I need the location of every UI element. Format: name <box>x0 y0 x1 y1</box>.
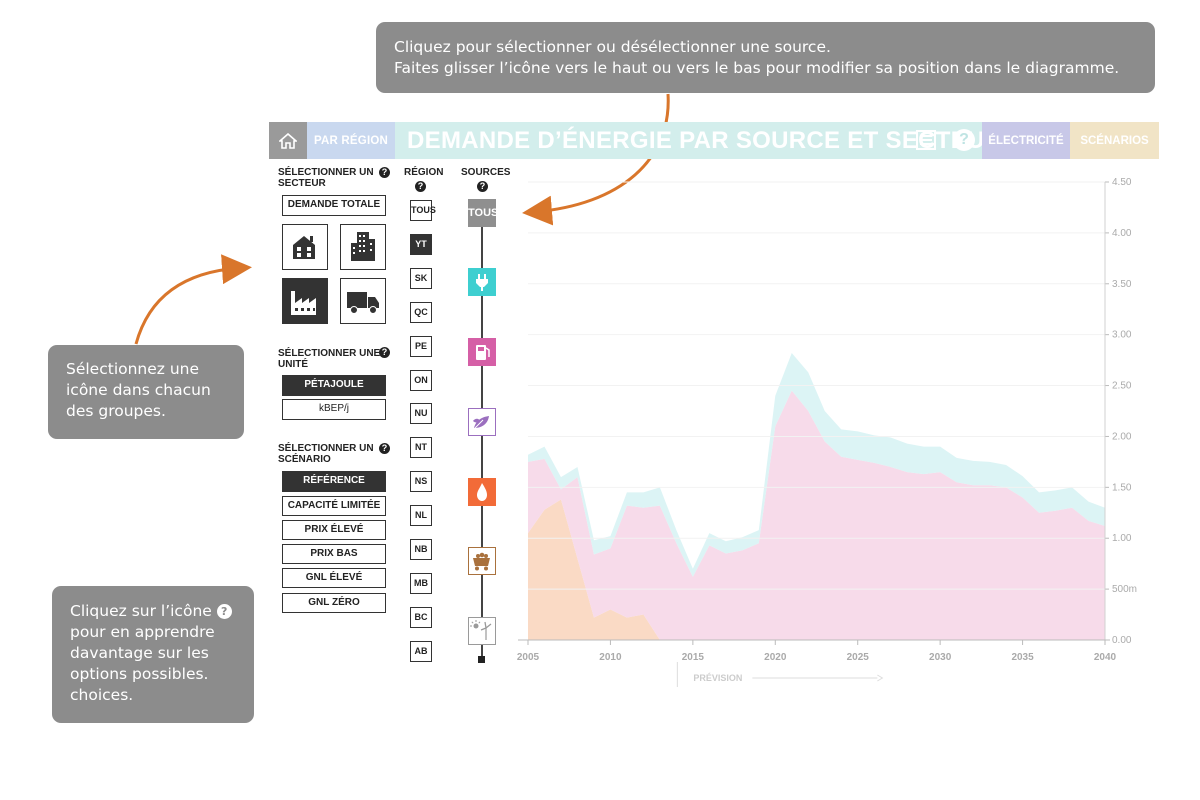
scenario-no-lng-button[interactable]: GNL ZÉRO <box>282 593 386 613</box>
x-tick-label: 2035 <box>1011 652 1034 663</box>
coal-cart-icon[interactable] <box>468 547 496 575</box>
coal-cart-icon-svg <box>473 552 490 571</box>
electricity-plug-icon[interactable] <box>468 268 496 296</box>
x-tick-label: 2040 <box>1094 652 1117 663</box>
transportation-icon[interactable] <box>340 278 386 324</box>
industrial-icon-svg <box>291 291 316 315</box>
home-icon <box>279 132 297 149</box>
help-icon[interactable]: ? <box>953 129 975 151</box>
y-tick-label: 1.00 <box>1112 533 1132 544</box>
region-mb[interactable]: MB <box>410 573 432 594</box>
scenario-help-icon[interactable]: ? <box>379 443 390 454</box>
y-tick-label: 4.50 <box>1112 177 1132 188</box>
y-tick-label: 2.00 <box>1112 431 1132 442</box>
biofuels-icon[interactable] <box>468 408 496 436</box>
unit-label-line: SÉLECTIONNER UNE <box>278 348 381 359</box>
forecast-label: PRÉVISION <box>693 673 742 683</box>
sources-track-end <box>478 656 485 663</box>
renewables-solar-wind-icon-svg <box>470 620 492 640</box>
region-pe[interactable]: PE <box>410 336 432 357</box>
region-bc[interactable]: BC <box>410 607 432 628</box>
x-tick-label: 2020 <box>764 652 787 663</box>
scenario-label-line: SÉLECTIONNER UN <box>278 443 374 454</box>
renewables-solar-wind-icon[interactable] <box>468 617 496 645</box>
region-nu[interactable]: NU <box>410 403 432 424</box>
sector-label-line: SECTEUR <box>278 178 326 189</box>
industrial-icon[interactable] <box>282 278 328 324</box>
y-tick-label: 500m <box>1112 584 1137 595</box>
x-tick-label: 2030 <box>929 652 952 663</box>
total-demand-button[interactable]: DEMANDE TOTALE <box>282 195 386 216</box>
region-yt[interactable]: YT <box>410 234 432 255</box>
region-nt[interactable]: NT <box>410 437 432 458</box>
region-on[interactable]: ON <box>410 370 432 391</box>
region-nl[interactable]: NL <box>410 505 432 526</box>
natural-gas-flame-icon-svg <box>477 483 487 501</box>
sector-label: SÉLECTIONNER UN SECTEUR <box>278 167 374 189</box>
home-button[interactable] <box>269 122 307 159</box>
scenario-label: SÉLECTIONNER UN SCÉNARIO <box>278 443 374 465</box>
region-tous[interactable]: TOUS <box>410 200 436 221</box>
forecast-arrow-head <box>877 674 884 682</box>
unit-kbep-button[interactable]: kBEP/j <box>282 399 386 420</box>
residential-icon[interactable] <box>282 224 328 270</box>
region-nb[interactable]: NB <box>410 539 432 560</box>
commercial-icon-svg <box>351 232 375 261</box>
region-sk[interactable]: SK <box>410 268 432 289</box>
sources-help-icon[interactable]: ? <box>477 181 488 192</box>
y-tick-label: 1.50 <box>1112 482 1132 493</box>
oil-products-icon[interactable] <box>468 338 496 366</box>
y-tick-label: 3.50 <box>1112 279 1132 290</box>
list-icon-svg <box>916 130 936 150</box>
x-tick-label: 2015 <box>682 652 705 663</box>
commercial-icon[interactable] <box>340 224 386 270</box>
unit-help-icon[interactable]: ? <box>379 347 390 358</box>
y-tick-label: 3.00 <box>1112 330 1132 341</box>
area-series-1 <box>528 390 1105 640</box>
biofuels-icon-svg <box>473 416 489 430</box>
unit-label: SÉLECTIONNER UNE UNITÉ <box>278 348 380 370</box>
page-title: DEMANDE D’ÉNERGIE PAR SOURCE ET SECTEUR <box>407 127 1003 154</box>
region-ab[interactable]: AB <box>410 641 432 662</box>
tab-electricity[interactable]: ÉLECTRICITÉ <box>982 122 1070 159</box>
scenario-low-price-button[interactable]: PRIX BAS <box>282 544 386 564</box>
y-tick-label: 4.00 <box>1112 228 1132 239</box>
scenario-label-line: SCÉNARIO <box>278 454 331 465</box>
residential-icon-svg <box>293 236 315 259</box>
scenario-limited-capacity-button[interactable]: CAPACITÉ LIMITÉE <box>282 496 386 516</box>
source-all-button[interactable]: TOUS <box>468 199 498 227</box>
y-tick-label: 0.00 <box>1112 635 1132 646</box>
transportation-icon-svg <box>347 292 379 314</box>
region-qc[interactable]: QC <box>410 302 432 323</box>
region-label: RÉGION <box>404 167 444 178</box>
tab-scenarios[interactable]: SCÉNARIOS <box>1070 122 1159 159</box>
x-tick-label: 2010 <box>599 652 622 663</box>
oil-products-icon-svg <box>476 345 490 360</box>
scenario-high-lng-button[interactable]: GNL ÉLEVÉ <box>282 568 386 588</box>
x-tick-label: 2005 <box>517 652 540 663</box>
x-tick-label: 2025 <box>847 652 870 663</box>
sector-help-icon[interactable]: ? <box>379 167 390 178</box>
unit-petajoule-button[interactable]: PÉTAJOULE <box>282 375 386 396</box>
region-ns[interactable]: NS <box>410 471 432 492</box>
electricity-plug-icon-svg <box>476 274 488 291</box>
scenario-reference-button[interactable]: RÉFÉRENCE <box>282 471 386 492</box>
natural-gas-flame-icon[interactable] <box>468 478 496 506</box>
y-tick-label: 2.50 <box>1112 381 1132 392</box>
unit-label-line: UNITÉ <box>278 359 308 370</box>
sector-label-line: SÉLECTIONNER UN <box>278 167 374 178</box>
scenario-high-price-button[interactable]: PRIX ÉLEVÉ <box>282 520 386 540</box>
region-help-icon[interactable]: ? <box>415 181 426 192</box>
list-icon[interactable] <box>915 129 937 151</box>
energy-demand-chart: 0.00 500m 1.00 1.50 2.00 2.50 3.00 3.50 4.00 4.50… <box>517 177 1137 687</box>
arrow-to-sector <box>134 254 252 345</box>
tab-by-region[interactable]: PAR RÉGION <box>307 122 395 159</box>
header-bar: PAR RÉGION DEMANDE D’ÉNERGIE PAR SOURCE … <box>269 122 1159 159</box>
sources-label: SOURCES <box>461 167 511 178</box>
